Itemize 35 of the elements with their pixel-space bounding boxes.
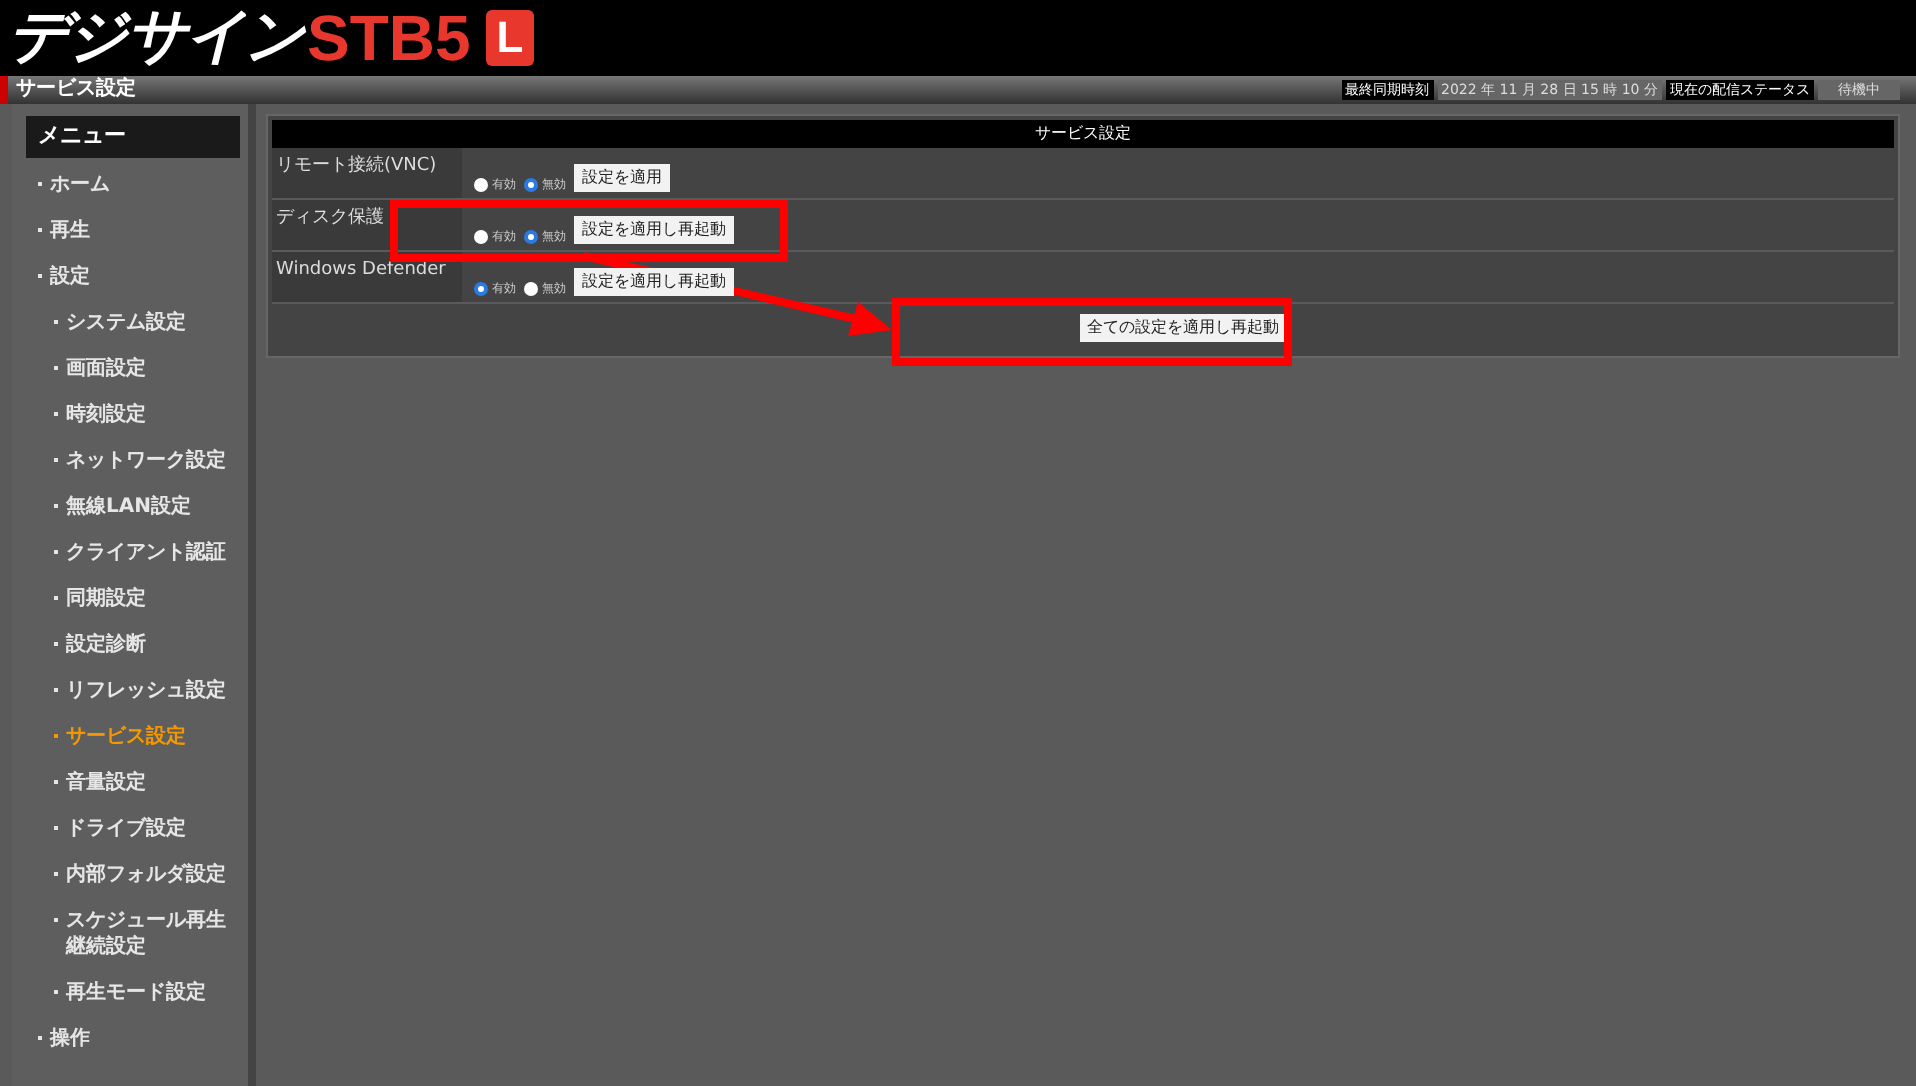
menu-item[interactable]: 音量設定 — [26, 759, 240, 805]
menu-item[interactable]: システム設定 — [26, 299, 240, 345]
menu-item[interactable]: 無線LAN設定 — [26, 483, 240, 529]
menu-item[interactable]: 設定 — [26, 253, 240, 299]
apply-all-button[interactable]: 全ての設定を適用し再起動 — [1079, 314, 1287, 342]
menu-item[interactable]: 時刻設定 — [26, 391, 240, 437]
menu-item[interactable]: スケジュール再生継続設定 — [26, 897, 240, 969]
menu-item[interactable]: ネットワーク設定 — [26, 437, 240, 483]
apply-button[interactable]: 設定を適用 — [574, 164, 670, 192]
menu-item[interactable]: リフレッシュ設定 — [26, 667, 240, 713]
apply-button[interactable]: 設定を適用し再起動 — [574, 268, 734, 296]
menu-heading: メニュー — [26, 116, 240, 157]
apply-button[interactable]: 設定を適用し再起動 — [574, 216, 734, 244]
model-badge: L — [486, 10, 534, 66]
panel-header: サービス設定 — [272, 120, 1894, 148]
menu-item[interactable]: 再生 — [26, 207, 240, 253]
page-title: サービス設定 — [14, 80, 136, 100]
menu-item[interactable]: ドライブ設定 — [26, 805, 240, 851]
menu-item[interactable]: 画面設定 — [26, 345, 240, 391]
menu-item[interactable]: 操作 — [26, 1015, 240, 1061]
radio-button[interactable] — [474, 282, 488, 296]
menu-item[interactable]: 再生モード設定 — [26, 969, 240, 1015]
radio-button[interactable] — [524, 230, 538, 244]
menu-item[interactable]: 設定診断 — [26, 621, 240, 667]
setting-label: リモート接続(VNC) — [276, 156, 437, 178]
menu-item[interactable]: 内部フォルダ設定 — [26, 851, 240, 897]
menu-item[interactable]: ホーム — [26, 161, 240, 207]
menu-item[interactable]: クライアント認証 — [26, 529, 240, 575]
setting-label: Windows Defender — [276, 260, 446, 282]
menu-item[interactable]: サービス設定 — [26, 713, 240, 759]
logo-text: デジサイン — [8, 8, 303, 68]
menu-item[interactable]: 同期設定 — [26, 575, 240, 621]
setting-label: ディスク保護 — [276, 208, 384, 230]
model-text: STB5 — [307, 6, 471, 70]
radio-button[interactable] — [524, 178, 538, 192]
